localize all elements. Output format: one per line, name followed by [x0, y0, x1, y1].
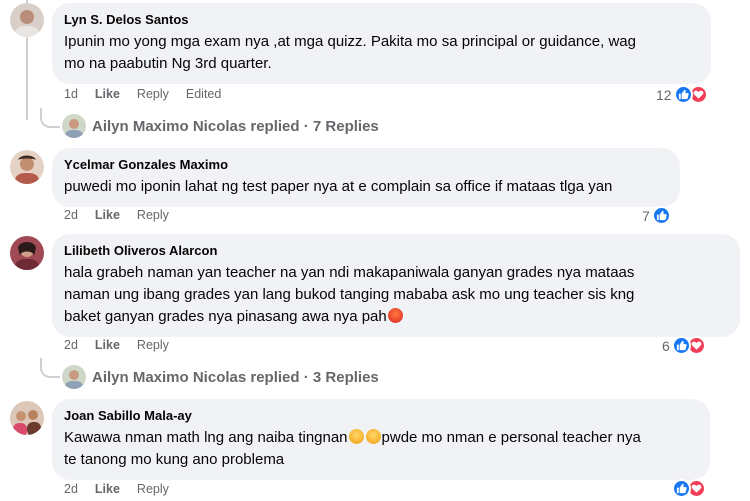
like-link[interactable]: Like: [95, 208, 120, 222]
like-link[interactable]: Like: [95, 482, 120, 496]
reaction-count: 7: [642, 207, 650, 224]
comment-author[interactable]: Joan Sabillo Mala-ay: [64, 407, 698, 424]
reaction-summary[interactable]: 6: [662, 336, 706, 355]
comment-bubble: Lilibeth Oliveros Alarcon hala grabeh na…: [52, 234, 740, 337]
reply-thread-line: [40, 358, 60, 378]
avatar: [62, 114, 86, 138]
reaction-summary[interactable]: 12: [656, 85, 708, 104]
comment-text: mo na paabutin Ng 3rd quarter.: [64, 55, 272, 72]
comment-time[interactable]: 2d: [64, 482, 78, 496]
comment-text-line: Kawawa nman math lng ang naiba tingnan pw…: [64, 427, 698, 449]
like-link[interactable]: Like: [95, 87, 120, 101]
comment-author[interactable]: Lyn S. Delos Santos: [64, 11, 699, 28]
replies-text: Ailyn Maximo Nicolas replied · 7 Replies: [92, 117, 379, 135]
avatar[interactable]: [10, 150, 44, 184]
comment-actions: 2d Like Reply: [64, 208, 186, 222]
comment-text: hala grabeh naman yan teacher na yan ndi…: [64, 264, 635, 281]
reply-link[interactable]: Reply: [137, 482, 169, 496]
reply-thread-line: [40, 108, 60, 128]
thumbs-up-icon: [651, 206, 671, 225]
comment-actions: 1d Like Reply Edited: [64, 87, 238, 101]
reply-link[interactable]: Reply: [137, 87, 169, 101]
comment-time[interactable]: 2d: [64, 208, 78, 222]
comment-author[interactable]: Ycelmar Gonzales Maximo: [64, 156, 668, 173]
avatar[interactable]: [10, 401, 44, 435]
comment-actions: 2d Like Reply: [64, 338, 186, 352]
view-replies[interactable]: Ailyn Maximo Nicolas replied · 7 Replies: [62, 114, 379, 138]
comment-actions: 2d Like Reply: [64, 482, 186, 496]
avatar[interactable]: [10, 236, 44, 270]
avatar: [62, 365, 86, 389]
reaction-summary[interactable]: 7: [642, 206, 671, 225]
comment-bubble: Ycelmar Gonzales Maximo puwedi mo iponin…: [52, 148, 680, 207]
comment-text: puwedi mo iponin lahat ng test paper nya…: [64, 178, 613, 195]
comment-text-line: baket ganyan grades nya pinasang awa nya…: [64, 306, 728, 328]
reaction-count: 6: [662, 337, 670, 354]
thumbs-up-icon: [672, 479, 691, 498]
like-link[interactable]: Like: [95, 338, 120, 352]
edited-label: Edited: [185, 87, 222, 101]
comment-text: Ipunin mo yong mga exam nya ,at mga quiz…: [64, 33, 636, 50]
reply-link[interactable]: Reply: [137, 208, 169, 222]
reply-link[interactable]: Reply: [137, 338, 169, 352]
comment-bubble: Joan Sabillo Mala-ay Kawawa nman math ln…: [52, 399, 710, 480]
view-replies[interactable]: Ailyn Maximo Nicolas replied · 3 Replies: [62, 365, 379, 389]
comment-text: Kawawa nman math lng ang naiba tingnan: [64, 429, 348, 446]
reaction-summary[interactable]: [672, 479, 706, 498]
comment-text: baket ganyan grades nya pinasang awa nya…: [64, 308, 387, 325]
thumbs-up-icon: [671, 336, 691, 355]
sad-emoji: [365, 429, 381, 444]
comment-text: te tanong mo kung ano problema: [64, 451, 285, 468]
comment-bubble: Lyn S. Delos Santos Ipunin mo yong mga e…: [52, 3, 711, 84]
comment-author[interactable]: Lilibeth Oliveros Alarcon: [64, 242, 728, 259]
sad-emoji: [348, 429, 364, 444]
reaction-count: 12: [656, 86, 672, 103]
angry-emoji: [387, 308, 403, 323]
avatar[interactable]: [10, 3, 44, 37]
replies-text: Ailyn Maximo Nicolas replied · 3 Replies: [92, 368, 379, 386]
comment-text: naman ung ibang grades yan lang bukod ta…: [64, 286, 635, 303]
comment-time[interactable]: 1d: [64, 87, 78, 101]
comment-text: pwde mo nman e personal teacher nya: [381, 429, 641, 446]
comment-time[interactable]: 2d: [64, 338, 78, 352]
thumbs-up-icon: [673, 85, 693, 104]
